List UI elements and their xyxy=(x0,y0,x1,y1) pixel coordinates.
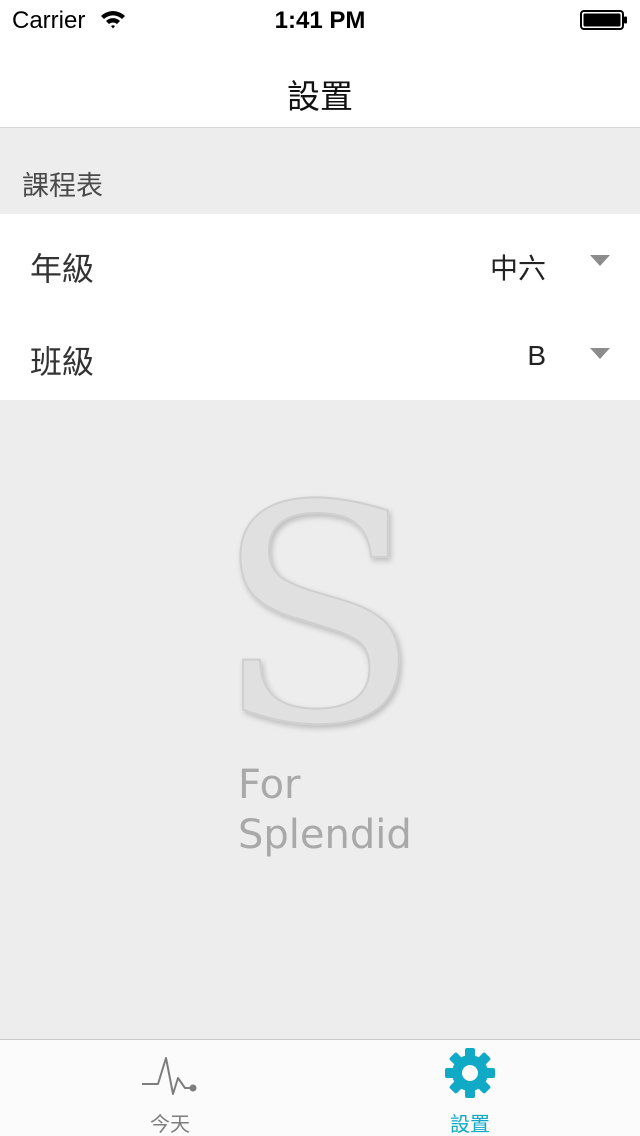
splendid-logo: S For Splendid xyxy=(0,400,640,1040)
dropdown-arrow-icon[interactable] xyxy=(590,255,610,267)
tab-bar: 今天 設置 xyxy=(0,1039,640,1136)
gear-icon[interactable] xyxy=(440,1048,500,1100)
class-label: 班級 xyxy=(30,343,95,381)
splendid-logo-graphic: S For Splendid xyxy=(214,441,422,858)
status-bar: Carrier 1:41 PM xyxy=(0,0,640,40)
logo-letter: S xyxy=(215,442,421,791)
page-title: 設置 xyxy=(287,77,353,116)
settings-group: 年級 中六 班級 B xyxy=(0,214,640,400)
tab-today[interactable]: 今天 xyxy=(10,1040,330,1136)
dropdown-arrow-icon[interactable] xyxy=(590,348,610,360)
tab-settings-label[interactable]: 設置 xyxy=(310,1108,630,1136)
logo-line-for: For xyxy=(238,762,301,808)
grade-value[interactable]: 中六 xyxy=(490,247,546,287)
pulse-icon[interactable] xyxy=(140,1048,200,1100)
class-value[interactable]: B xyxy=(527,340,546,372)
status-time: 1:41 PM xyxy=(274,7,366,34)
section-header-label: 課程表 xyxy=(22,171,103,202)
tab-today-label[interactable]: 今天 xyxy=(10,1108,330,1136)
navigation-bar: 設置 xyxy=(0,40,640,128)
logo-line-splendid: Splendid xyxy=(238,812,412,858)
grade-label: 年級 xyxy=(30,250,95,288)
section-header: 課程表 xyxy=(0,128,640,214)
battery-icon xyxy=(580,10,627,30)
grade-picker-row[interactable]: 年級 中六 xyxy=(0,214,640,307)
tab-settings[interactable]: 設置 xyxy=(310,1040,630,1136)
class-picker-row[interactable]: 班級 B xyxy=(0,307,640,400)
